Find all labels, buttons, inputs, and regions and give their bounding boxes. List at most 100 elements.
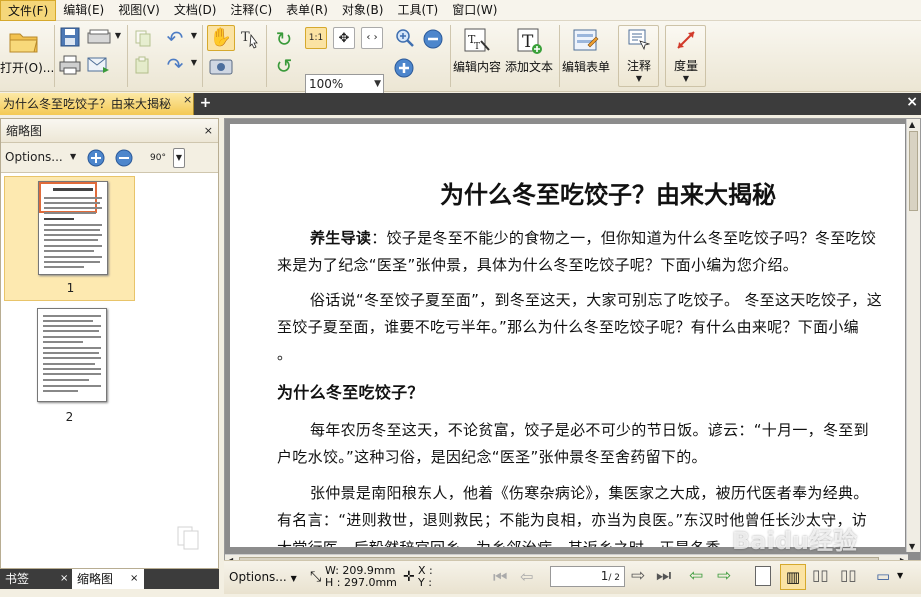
single-page-icon[interactable]	[755, 566, 771, 586]
menu-object[interactable]: 对象(B)	[335, 0, 391, 21]
edit-content-icon[interactable]: TT	[462, 26, 492, 56]
copy-icon[interactable]	[133, 28, 153, 48]
panel-options-label: Options...	[5, 150, 63, 164]
zoom-value: 100%	[309, 77, 344, 91]
rotate-page-icon[interactable]: 90°	[146, 147, 170, 169]
facing-page-icon[interactable]: ▯▯	[812, 566, 829, 584]
chevron-down-icon[interactable]: ▼	[190, 58, 198, 68]
status-options-label: Options...	[229, 570, 287, 584]
section-heading: 为什么冬至吃饺子？	[277, 383, 424, 402]
zoom-in-icon[interactable]	[392, 56, 416, 80]
edit-form-label[interactable]: 编辑表单	[562, 58, 610, 75]
menu-document[interactable]: 文档(D)	[167, 0, 224, 21]
fit-width-icon[interactable]: ‹ ›	[361, 27, 383, 49]
tab-close-icon[interactable]: ×	[183, 93, 192, 106]
email-icon[interactable]	[86, 54, 112, 76]
scroll-down-icon[interactable]: ▼	[909, 542, 915, 551]
paste-icon[interactable]	[133, 55, 153, 75]
chevron-down-icon[interactable]: ▼	[897, 571, 903, 580]
snapshot-icon[interactable]	[208, 55, 234, 77]
chevron-down-icon[interactable]: ▼	[173, 148, 185, 168]
add-text-label[interactable]: 添加文本	[505, 58, 553, 75]
scroll-thumb[interactable]	[909, 131, 918, 211]
document-tab[interactable]: 为什么冬至吃饺子？由来大揭秘	[0, 93, 194, 115]
measure-button[interactable]: 度量 ▼	[665, 25, 706, 87]
scanner-icon[interactable]	[86, 27, 112, 47]
paragraph-line: 张仲景是南阳稂东人，他着《伤寒杂病论》，集医家之大成，被历代医者奉为经典。	[310, 484, 869, 502]
close-all-icon[interactable]: ×	[906, 94, 918, 110]
panel-options-button[interactable]: Options...	[5, 150, 63, 164]
menu-comment[interactable]: 注释(C)	[223, 0, 279, 21]
thumbnail-item[interactable]: 1	[4, 176, 135, 301]
tab-close-icon[interactable]: ×	[130, 569, 138, 589]
save-icon[interactable]	[59, 26, 81, 48]
chevron-down-icon[interactable]: ▼	[70, 152, 76, 161]
status-options-button[interactable]: Options... ▼	[229, 570, 297, 584]
open-label[interactable]: 打开(O)...	[0, 59, 54, 76]
rotate-cw-icon[interactable]: ↻	[272, 28, 296, 50]
zoom-in-magnifier-icon[interactable]	[393, 27, 417, 49]
new-tab-icon[interactable]: +	[199, 96, 212, 110]
panel-close-icon[interactable]: ×	[204, 119, 213, 143]
menu-tools[interactable]: 工具(T)	[390, 0, 445, 21]
vertical-scrollbar[interactable]: ▲ ▼	[906, 119, 920, 552]
toolbar-divider	[202, 25, 203, 87]
thumb-zoom-out-icon[interactable]	[113, 147, 135, 169]
paragraph-line: 。	[277, 345, 293, 363]
menu-bar: 文件(F) 编辑(E) 视图(V) 文档(D) 注释(C) 表单(R) 对象(B…	[0, 0, 921, 21]
edit-content-label[interactable]: 编辑内容	[453, 58, 501, 75]
intro-rest: ：饺子是冬至不能少的食物之一，但你知道为什么冬至吃饺子吗？冬至吃饺	[371, 229, 877, 247]
continuous-facing-icon[interactable]: ▯▯	[840, 566, 857, 584]
paragraph-line: 来是为了纪念“医圣”张仲景，具体为什么冬至吃饺子呢？下面小编为您介绍。	[277, 256, 799, 274]
next-page-icon[interactable]: ⇨	[631, 566, 645, 586]
menu-file[interactable]: 文件(F)	[0, 0, 57, 21]
scroll-up-icon[interactable]: ▲	[909, 120, 915, 129]
actual-size-icon[interactable]: 1:1	[305, 27, 327, 49]
chevron-down-icon[interactable]: ▼	[114, 31, 122, 41]
undo-icon[interactable]: ↶	[163, 28, 187, 48]
page-number-input[interactable]: 1/ 2	[550, 566, 625, 587]
tab-bookmarks-label: 书签	[5, 572, 30, 586]
go-back-icon[interactable]: ⇦	[689, 566, 703, 586]
go-forward-icon[interactable]: ⇨	[717, 566, 731, 586]
continuous-page-icon[interactable]: ▥	[780, 564, 806, 590]
tab-bookmarks[interactable]: 书签 ×	[0, 569, 72, 589]
hand-tool-icon[interactable]: ✋	[207, 25, 235, 51]
svg-text:T: T	[241, 30, 250, 45]
tab-close-icon[interactable]: ×	[60, 569, 68, 589]
add-text-icon[interactable]: T	[514, 26, 544, 56]
measure-label: 度量	[674, 59, 699, 73]
toolbar: 打开(O)... ▼ ↶ ▼ ↷ ▼ ✋ T ↻ ↺ 1:1 ✥ ‹ › 100…	[0, 21, 921, 95]
thumb-zoom-in-icon[interactable]	[85, 147, 107, 169]
watermark: Baidu经验	[732, 527, 857, 555]
measure-icon	[674, 28, 698, 52]
toolbar-divider	[450, 25, 451, 87]
annotate-button[interactable]: 注释 ▼	[618, 25, 659, 87]
thumbnail-panel: 缩略图 × Options... ▼ 90° ▼ 1 2	[0, 118, 219, 569]
page-thumbnail	[38, 181, 108, 275]
menu-view[interactable]: 视图(V)	[111, 0, 167, 21]
last-page-icon[interactable]: ⏭	[656, 566, 671, 586]
menu-edit[interactable]: 编辑(E)	[56, 0, 111, 21]
menu-window[interactable]: 窗口(W)	[445, 0, 504, 21]
select-text-icon[interactable]: T	[238, 26, 262, 50]
tab-thumbnails[interactable]: 缩略图 ×	[72, 569, 144, 589]
svg-text:T: T	[474, 42, 480, 52]
status-bar: Options... ▼ ⤡ W: 209.9mm H : 297.0mm ✛ …	[224, 560, 921, 594]
chevron-down-icon[interactable]: ▼	[190, 31, 198, 41]
fullscreen-icon[interactable]: ▭	[876, 567, 890, 585]
open-folder-icon[interactable]	[8, 27, 40, 55]
first-page-icon[interactable]: ⏮	[493, 567, 507, 587]
zoom-select[interactable]: 100% ▼	[305, 74, 384, 95]
print-icon[interactable]	[58, 54, 82, 76]
document-tab-title: 为什么冬至吃饺子？由来大揭秘	[3, 97, 172, 111]
edit-form-icon[interactable]	[571, 26, 601, 56]
thumbnail-item[interactable]: 2	[4, 305, 135, 430]
redo-icon[interactable]: ↷	[163, 55, 187, 75]
menu-form[interactable]: 表单(R)	[279, 0, 335, 21]
chevron-down-icon: ▼	[290, 574, 297, 583]
fit-page-icon[interactable]: ✥	[333, 27, 355, 49]
zoom-out-icon[interactable]	[421, 27, 445, 51]
rotate-ccw-icon[interactable]: ↺	[272, 55, 296, 77]
previous-page-icon[interactable]: ⇦	[520, 567, 533, 586]
